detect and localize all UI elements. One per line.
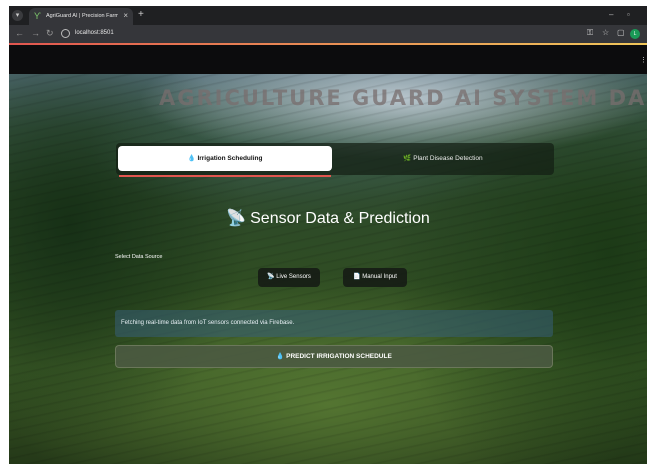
extensions-icon[interactable]: ▢ xyxy=(617,28,625,37)
address-toolbar: ← → ↻ localhost:8501 ⚿ ☆ ▢ L xyxy=(9,25,647,43)
feature-tabs: 💧 Irrigation Scheduling 🌿 Plant Disease … xyxy=(116,143,554,175)
tab-search-icon[interactable]: ▾ xyxy=(12,10,23,21)
bookmark-star-icon[interactable]: ☆ xyxy=(602,28,609,37)
site-info-icon[interactable] xyxy=(61,29,70,38)
close-tab-icon[interactable]: × xyxy=(123,11,128,20)
hero-background: AGRICULTURE GUARD AI SYSTEM DASH 💧 Irrig… xyxy=(9,74,647,464)
plant-favicon-icon: Ƴ xyxy=(34,11,41,21)
app-header-bar xyxy=(9,45,647,74)
reload-icon[interactable]: ↻ xyxy=(46,28,54,39)
key-icon[interactable]: ⚿ xyxy=(587,28,593,38)
section-title: 📡 Sensor Data & Prediction xyxy=(9,208,647,228)
hero-title: AGRICULTURE GUARD AI SYSTEM DASH xyxy=(159,86,647,110)
data-source-label: Select Data Source xyxy=(115,254,163,260)
back-icon[interactable]: ← xyxy=(15,28,24,38)
restore-icon[interactable]: ▫ xyxy=(627,10,630,19)
tab-plant-disease-detection[interactable]: 🌿 Plant Disease Detection xyxy=(336,146,550,171)
new-tab-icon[interactable]: + xyxy=(138,9,144,20)
browser-window: ▾ Ƴ AgriGuard AI | Precision Farmi... × … xyxy=(9,6,647,464)
tab-strip: ▾ Ƴ AgriGuard AI | Precision Farmi... × … xyxy=(9,6,647,25)
profile-avatar[interactable]: L xyxy=(630,29,640,39)
active-tab-indicator xyxy=(119,175,331,177)
manual-input-button[interactable]: 📄 Manual Input xyxy=(343,268,407,287)
live-sensors-button[interactable]: 📡 Live Sensors xyxy=(258,268,320,287)
browser-tab[interactable]: Ƴ AgriGuard AI | Precision Farmi... × xyxy=(29,8,133,25)
tab-irrigation-scheduling[interactable]: 💧 Irrigation Scheduling xyxy=(118,146,332,171)
url-field[interactable]: localhost:8501 xyxy=(75,30,114,36)
app-menu-icon[interactable]: ⋮ xyxy=(640,56,647,64)
forward-icon[interactable]: → xyxy=(31,28,40,38)
section-title-text: Sensor Data & Prediction xyxy=(250,210,430,227)
satellite-icon: 📡 xyxy=(226,210,247,227)
info-alert: Fetching real-time data from IoT sensors… xyxy=(115,310,553,337)
minimize-icon[interactable]: – xyxy=(609,10,613,19)
tab-title: AgriGuard AI | Precision Farmi... xyxy=(46,13,118,19)
predict-irrigation-button[interactable]: 💧 PREDICT IRRIGATION SCHEDULE xyxy=(115,345,553,368)
